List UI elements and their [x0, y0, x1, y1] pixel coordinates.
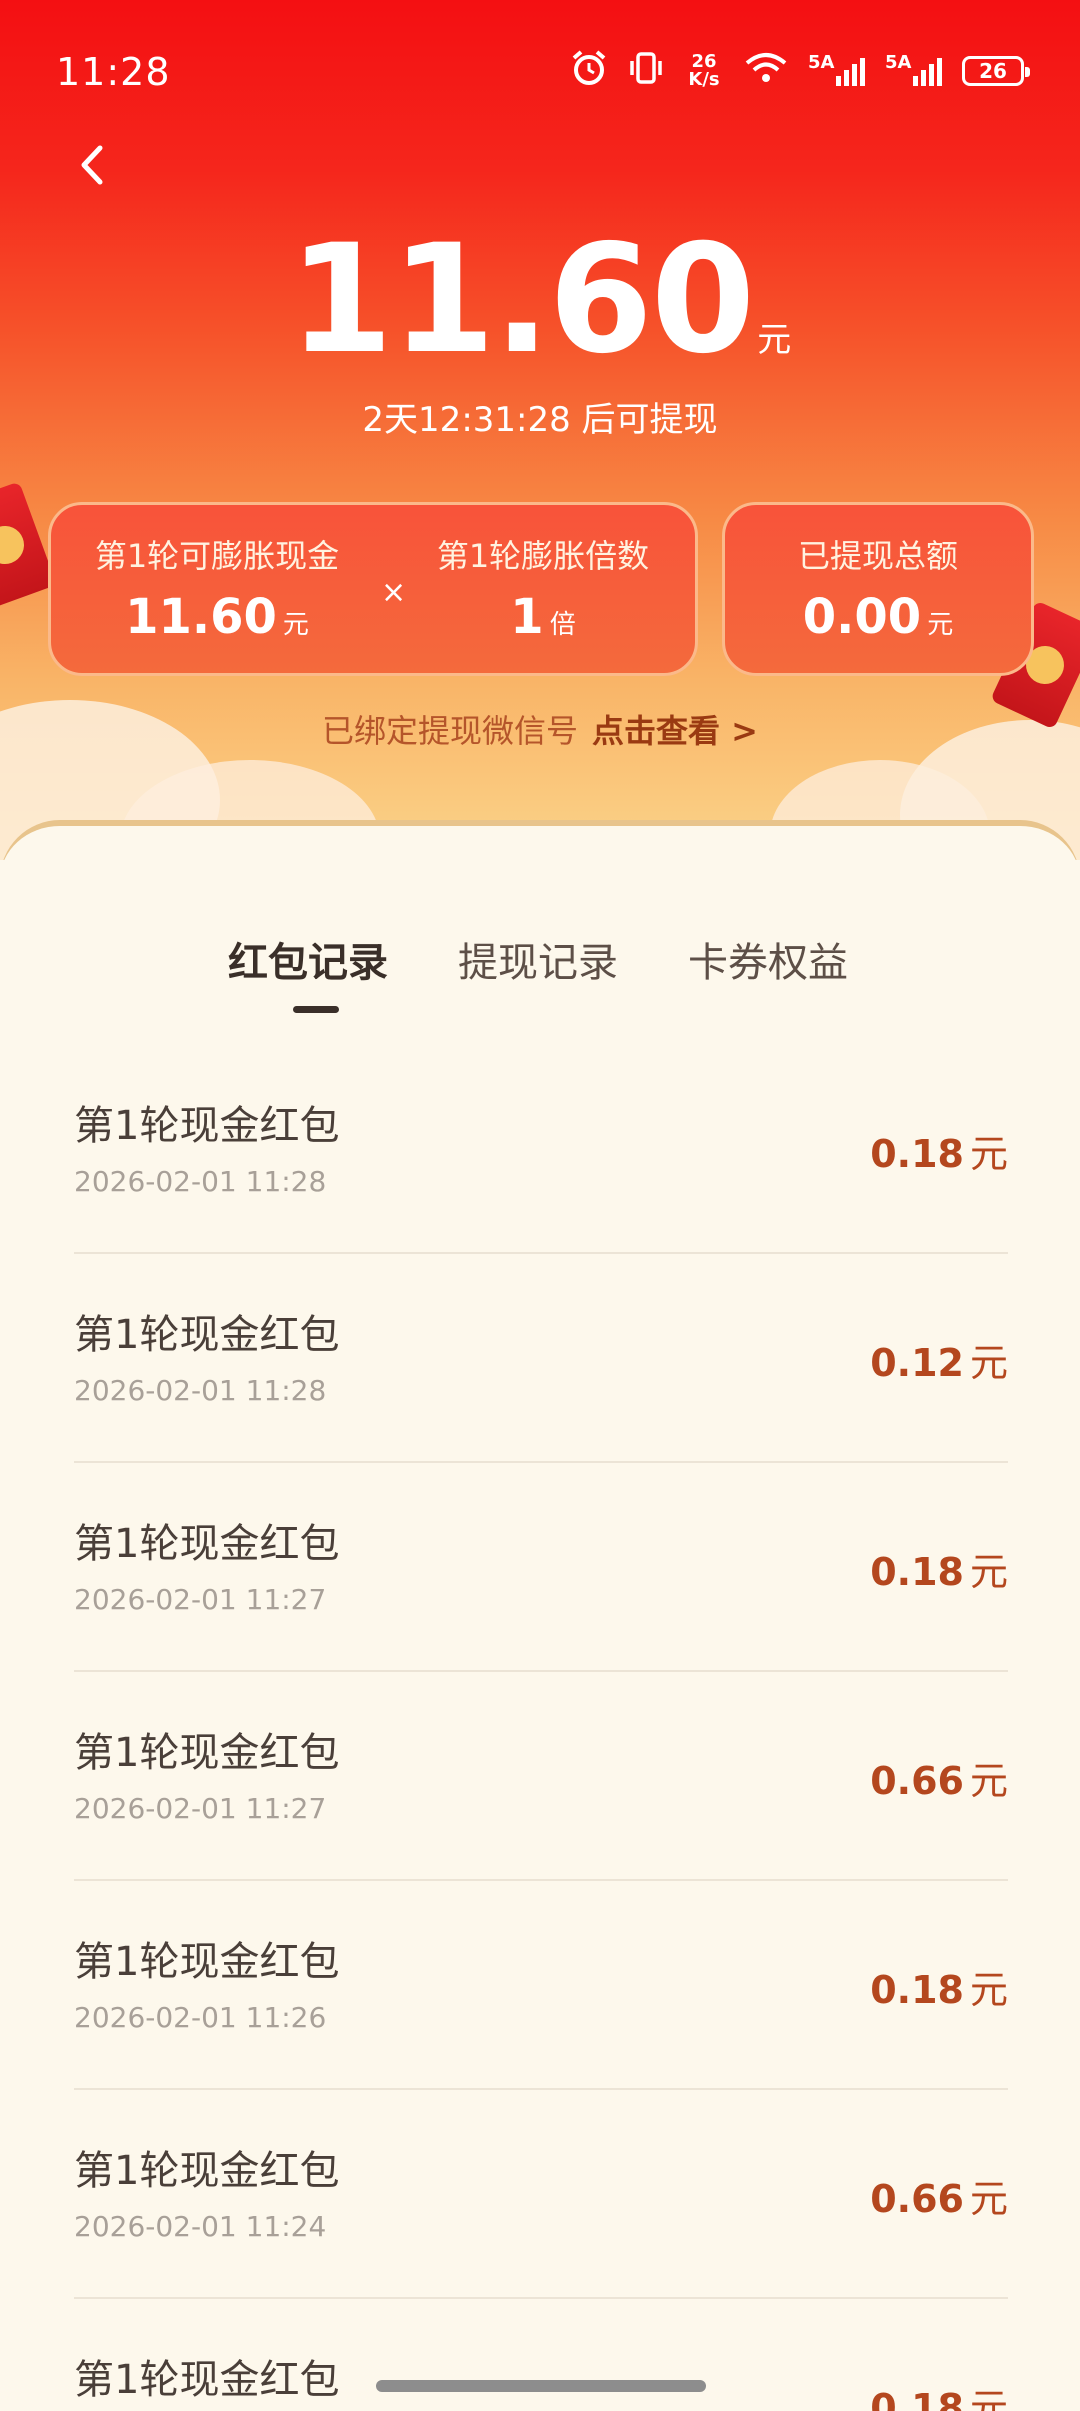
record-amount-value: 0.66 [870, 2177, 964, 2221]
multiplier-value: 1 [510, 589, 544, 645]
record-amount: 0.66 元 [870, 1750, 1008, 1805]
record-title: 第1轮现金红包 [74, 2148, 340, 2194]
record-amount: 0.18 元 [870, 1959, 1008, 2014]
record-amount-unit: 元 [969, 1968, 1008, 2012]
record-time: 2026-02-01 11:27 [74, 1583, 327, 1616]
back-button[interactable] [70, 140, 120, 190]
record-amount-value: 0.66 [870, 1759, 964, 1803]
multiplier-label: 第1轮膨胀倍数 [436, 537, 650, 575]
balance-value: 11.60 [288, 213, 755, 387]
net-speed-unit: K/s [688, 68, 720, 90]
record-time: 2026-02-01 11:26 [74, 2001, 327, 2034]
record-amount: 0.12 元 [870, 1332, 1008, 1387]
record-amount-unit: 元 [969, 1550, 1008, 1594]
net-speed: 26 K/s [684, 52, 724, 90]
record-title: 第1轮现金红包 [74, 1730, 340, 1776]
record-time: 2026-02-01 11:28 [74, 1165, 327, 1198]
red-packet-record-list: 第1轮现金红包 2026-02-01 11:28 0.18 元 第1轮现金红包 2… [74, 1045, 1008, 2411]
record-amount-unit: 元 [969, 1759, 1008, 1803]
home-indicator[interactable] [376, 2380, 706, 2392]
tab-coupon-benefits[interactable]: 卡券权益 [688, 930, 848, 988]
battery-level: 26 [979, 58, 1007, 83]
wifi-icon [744, 51, 788, 90]
record-amount: 0.18 元 [870, 1541, 1008, 1596]
battery-icon: 26 [962, 55, 1030, 86]
cellular-signal-2-icon: 5A [885, 52, 942, 86]
inflate-cash-label: 第1轮可膨胀现金 [94, 537, 340, 575]
bound-wechat-text: 已绑定提现微信号 [322, 712, 579, 750]
inflate-cash-value-row: 11.60 元 [77, 589, 357, 645]
inflate-cash-unit: 元 [282, 610, 309, 640]
record-title: 第1轮现金红包 [74, 1939, 340, 1985]
withdrawn-total-card: 已提现总额 0.00 元 [722, 502, 1034, 676]
record-amount-unit: 元 [969, 1341, 1008, 1385]
inflate-cash-block: 第1轮可膨胀现金 11.60 元 [77, 531, 357, 645]
tab-red-packet-records[interactable]: 红包记录 [228, 930, 388, 988]
record-amount-value: 0.18 [870, 1132, 964, 1176]
list-item[interactable]: 第1轮现金红包 2026-02-01 11:27 0.18 元 [74, 1463, 1008, 1672]
record-amount-unit: 元 [969, 1132, 1008, 1176]
inflate-info-card: 第1轮可膨胀现金 11.60 元 × 第1轮膨胀倍数 1倍 [48, 502, 698, 676]
status-icons: 26 K/s 5A 5A 26 [570, 50, 1030, 91]
withdraw-countdown: 2天12:31:28 后可提现 [362, 400, 718, 440]
chevron-left-icon [81, 145, 103, 185]
status-bar: 11:28 26 K/s 5A 5A 26 [0, 0, 1080, 140]
withdrawn-value: 0.00 [802, 589, 922, 645]
inflate-cash-value: 11.60 [125, 589, 277, 645]
record-title: 第1轮现金红包 [74, 1103, 340, 1149]
signal1-label: 5A [808, 51, 835, 73]
record-amount-value: 0.12 [870, 1341, 964, 1385]
bound-wechat-line: 已绑定提现微信号 点击查看 > [0, 706, 1080, 752]
multiplier-unit: 倍 [549, 610, 576, 640]
list-item[interactable]: 第1轮现金红包 2026-02-01 11:28 0.12 元 [74, 1254, 1008, 1463]
status-time: 11:28 [56, 50, 171, 94]
hero-bottom-curve [0, 820, 1080, 860]
multiplier-value-row: 1倍 [403, 589, 683, 645]
envelope-seal [0, 520, 30, 570]
signal2-label: 5A [885, 51, 912, 73]
record-title: 第1轮现金红包 [74, 1521, 340, 1567]
record-tabs: 红包记录 提现记录 卡券权益 [0, 930, 1080, 1030]
record-amount: 0.18 元 [870, 1123, 1008, 1178]
list-item[interactable]: 第1轮现金红包 2026-02-01 11:24 0.66 元 [74, 2090, 1008, 2299]
record-time: 2026-02-01 11:24 [74, 2210, 327, 2243]
record-amount-unit: 元 [969, 2386, 1008, 2411]
multiplier-block: 第1轮膨胀倍数 1倍 [403, 531, 683, 645]
record-amount-value: 0.18 [870, 1968, 964, 2012]
vibrate-icon [628, 50, 664, 91]
record-amount: 0.66 元 [870, 2168, 1008, 2223]
cellular-signal-1-icon: 5A [808, 52, 865, 86]
tab-withdraw-records[interactable]: 提现记录 [458, 930, 618, 988]
record-time: 2026-02-01 11:28 [74, 1374, 327, 1407]
record-amount-value: 0.18 [870, 1550, 964, 1594]
record-amount-value: 0.18 [870, 2386, 964, 2411]
withdrawn-value-row: 0.00 元 [725, 589, 1031, 645]
record-time: 2026-02-01 11:27 [74, 1792, 327, 1825]
list-item[interactable]: 第1轮现金红包 0.18 元 [74, 2299, 1008, 2411]
list-item[interactable]: 第1轮现金红包 2026-02-01 11:28 0.18 元 [74, 1045, 1008, 1254]
balance-unit: 元 [757, 320, 792, 360]
record-title: 第1轮现金红包 [74, 2357, 340, 2403]
active-tab-indicator [293, 1006, 339, 1013]
list-item[interactable]: 第1轮现金红包 2026-02-01 11:27 0.66 元 [74, 1672, 1008, 1881]
view-wechat-link[interactable]: 点击查看 > [592, 712, 758, 750]
withdrawn-label: 已提现总额 [797, 537, 958, 575]
record-amount: 0.18 元 [870, 2377, 1008, 2411]
list-item[interactable]: 第1轮现金红包 2026-02-01 11:26 0.18 元 [74, 1881, 1008, 2090]
withdrawn-unit: 元 [927, 610, 954, 640]
alarm-icon [570, 50, 608, 91]
balance-amount: 11.60 元 [0, 225, 1080, 375]
withdrawn-block: 已提现总额 0.00 元 [725, 531, 1031, 645]
page: 11:28 26 K/s 5A 5A 26 11.60 元 2天12:31:28… [0, 0, 1080, 2411]
record-amount-unit: 元 [969, 2177, 1008, 2221]
record-title: 第1轮现金红包 [74, 1312, 340, 1358]
